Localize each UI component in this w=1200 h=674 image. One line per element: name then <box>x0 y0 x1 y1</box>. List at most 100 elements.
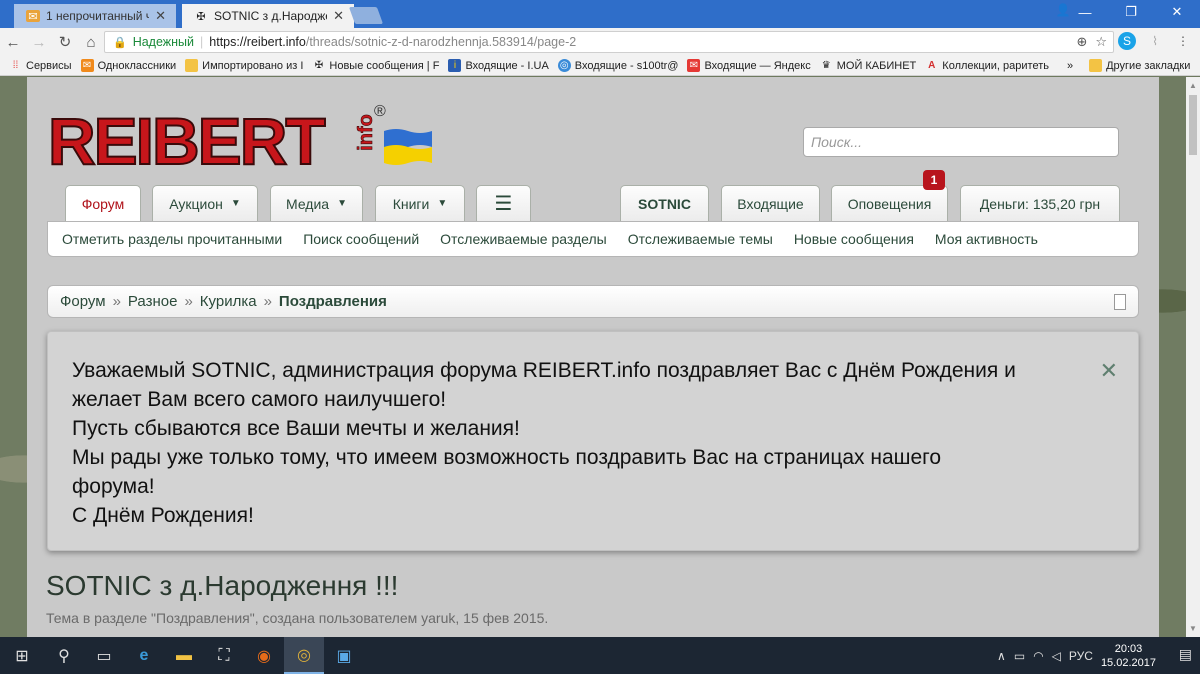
bookmark-star-icon[interactable]: ☆ <box>1095 34 1107 50</box>
ukraine-flag-icon <box>384 129 432 165</box>
a-icon: A <box>928 60 936 71</box>
window-close-icon[interactable]: ✕ <box>1154 0 1200 24</box>
chevron-down-icon: ▼ <box>437 198 448 209</box>
clock[interactable]: 20:03 15.02.2017 <box>1101 642 1156 670</box>
lock-icon: 🔒 <box>113 36 127 49</box>
reload-icon[interactable]: ↻ <box>52 29 78 55</box>
list-menu-button[interactable]: ☰ <box>476 185 531 221</box>
file-explorer-icon[interactable]: ▬ <box>164 637 204 674</box>
new-tab-button[interactable] <box>348 7 384 24</box>
breadcrumb-current[interactable]: Поздравления <box>279 293 387 310</box>
alerts-count-badge: 1 <box>923 170 945 190</box>
notice-line: форума! <box>72 475 155 498</box>
close-icon[interactable]: ✕ <box>155 8 166 24</box>
scrollbar-thumb[interactable] <box>1189 95 1197 155</box>
close-icon[interactable]: ✕ <box>1100 356 1118 385</box>
menu-icon[interactable]: ⋮ <box>1174 32 1192 50</box>
secure-label: Надежный <box>132 35 195 49</box>
edge-icon[interactable]: e <box>124 637 164 674</box>
restore-icon[interactable]: ❐ <box>1108 0 1154 24</box>
app-window-icon[interactable]: ▣ <box>324 637 364 674</box>
bookmark-item[interactable]: ♛ МОЙ КАБИНЕТ <box>820 59 917 72</box>
browser-titlebar: ✉ 1 непрочитанный чат ✕ ✠ SOTNIC з д.Нар… <box>0 0 1200 28</box>
bookmark-item[interactable]: ✠ Новые сообщения | F <box>312 59 440 72</box>
windows-taskbar: ⊞ ⚲ ▭ e ▬ ⛶ ◉ ◎ ▣ ∧ ▭ ◠ ◁ РУС 20:03 15.0… <box>0 637 1200 674</box>
subnav-new-messages[interactable]: Новые сообщения <box>794 231 914 247</box>
mail-icon: ✉ <box>26 10 40 23</box>
breadcrumb-smoking-room[interactable]: Курилка <box>200 293 257 310</box>
tab-reibert[interactable]: ✠ SOTNIC з д.Народження ✕ <box>182 4 354 28</box>
battery-icon[interactable]: ▭ <box>1014 649 1025 663</box>
forward-icon[interactable]: → <box>26 29 52 55</box>
notice-line: желает Вам всего самого наилучшего! <box>72 388 447 411</box>
tab-media[interactable]: Медиа ▼ <box>270 185 363 221</box>
tab-auction[interactable]: Аукцион ▼ <box>152 185 258 221</box>
breadcrumb-misc[interactable]: Разное <box>128 293 178 310</box>
scroll-up-icon[interactable]: ▲ <box>1189 81 1197 90</box>
thread-title: SOTNIC з д.Народження !!! <box>46 570 399 601</box>
language-indicator[interactable]: РУС <box>1069 649 1093 663</box>
iron-cross-icon: ✠ <box>314 60 324 71</box>
tab-books[interactable]: Книги ▼ <box>375 185 465 221</box>
tab-forum[interactable]: Форум <box>65 185 141 222</box>
store-icon[interactable]: ⛶ <box>204 637 244 674</box>
address-bar[interactable]: 🔒 Надежный | https://reibert.info /threa… <box>104 31 1114 53</box>
tab-username[interactable]: SOTNIC <box>620 185 709 221</box>
tab-money[interactable]: Деньги: 135,20 грн <box>960 185 1120 221</box>
notice-line: Уважаемый SOTNIC, администрация форума R… <box>72 359 1016 382</box>
back-icon[interactable]: ← <box>0 29 26 55</box>
subnav-my-activity[interactable]: Моя активность <box>935 231 1038 247</box>
volume-icon[interactable]: ◁ <box>1052 649 1061 663</box>
search-icon[interactable]: ⚲ <box>44 637 84 674</box>
search-input[interactable]: Поиск... <box>803 127 1119 157</box>
close-icon[interactable]: ✕ <box>333 8 344 24</box>
apps-icon: ⁞⁞ <box>12 60 19 71</box>
bookmark-item[interactable]: i Входящие - I.UA <box>448 59 549 72</box>
chrome-icon[interactable]: ◎ <box>284 637 324 674</box>
notifications-icon[interactable]: ▤ <box>1179 646 1192 663</box>
mail-icon: ✉ <box>80 59 94 72</box>
url-path: /threads/sotnic-z-d-narodzhennja.583914/… <box>305 35 577 49</box>
iua-icon: i <box>448 59 462 72</box>
tab-inbox[interactable]: Входящие <box>721 185 820 221</box>
extension-icon[interactable]: ⌇ <box>1146 32 1164 50</box>
tab-alerts[interactable]: Оповещения <box>831 185 948 221</box>
zoom-icon[interactable]: ⊕ <box>1076 34 1087 50</box>
page-scrollbar[interactable]: ▲ ▼ <box>1186 77 1200 637</box>
sub-navigation: Отметить разделы прочитанными Поиск сооб… <box>47 221 1139 257</box>
windows-start-icon[interactable]: ⊞ <box>0 637 44 674</box>
task-view-icon[interactable]: ▭ <box>84 637 124 674</box>
home-icon[interactable]: ⌂ <box>78 29 104 55</box>
subnav-mark-read[interactable]: Отметить разделы прочитанными <box>62 231 282 247</box>
forum-page: REIBERT info ® Поиск... Форум Аукцион ▼ … <box>27 77 1159 637</box>
tab-title: SOTNIC з д.Народження <box>214 9 327 23</box>
bookmark-item[interactable]: ✉ Одноклассники <box>80 59 176 72</box>
bookmarks-more[interactable]: » <box>1067 60 1073 72</box>
scroll-down-icon[interactable]: ▼ <box>1189 624 1197 633</box>
browser-toolbar: ← → ↻ ⌂ 🔒 Надежный | https://reibert.inf… <box>0 28 1200 56</box>
network-icon[interactable]: ◠ <box>1033 649 1043 663</box>
document-icon[interactable] <box>1114 294 1126 310</box>
bookmark-item[interactable]: ✉ Входящие — Яндекс <box>687 59 811 72</box>
subnav-watched-threads[interactable]: Отслеживаемые темы <box>628 231 773 247</box>
breadcrumb-forum[interactable]: Форум <box>60 293 106 310</box>
subnav-watched-forums[interactable]: Отслеживаемые разделы <box>440 231 607 247</box>
list-icon: ☰ <box>494 193 513 215</box>
skype-icon[interactable]: S <box>1118 32 1136 50</box>
other-bookmarks[interactable]: Другие закладки <box>1089 59 1190 72</box>
tab-chat[interactable]: ✉ 1 непрочитанный чат ✕ <box>14 4 176 28</box>
bookmark-item[interactable]: A Коллекции, раритеть <box>925 59 1049 72</box>
bookmark-item[interactable]: ⁞⁞ Сервисы <box>9 59 72 72</box>
tray-expand-icon[interactable]: ∧ <box>997 649 1006 663</box>
notice-line: Пусть сбываются все Ваши мечты и желания… <box>72 417 520 440</box>
page-viewport: REIBERT info ® Поиск... Форум Аукцион ▼ … <box>0 77 1186 637</box>
thread-meta: Тема в разделе "Поздравления", создана п… <box>46 610 549 626</box>
url-host: https://reibert.info <box>209 35 306 49</box>
bookmark-item[interactable]: ◎ Входящие - s100tr@ <box>557 59 678 72</box>
minimize-icon[interactable]: — <box>1062 0 1108 24</box>
firefox-icon[interactable]: ◉ <box>244 637 284 674</box>
site-logo[interactable]: REIBERT info ® <box>47 103 418 176</box>
yandex-mail-icon: ✉ <box>687 59 701 72</box>
subnav-search-messages[interactable]: Поиск сообщений <box>303 231 419 247</box>
bookmark-item[interactable]: Импортировано из I <box>185 59 303 72</box>
